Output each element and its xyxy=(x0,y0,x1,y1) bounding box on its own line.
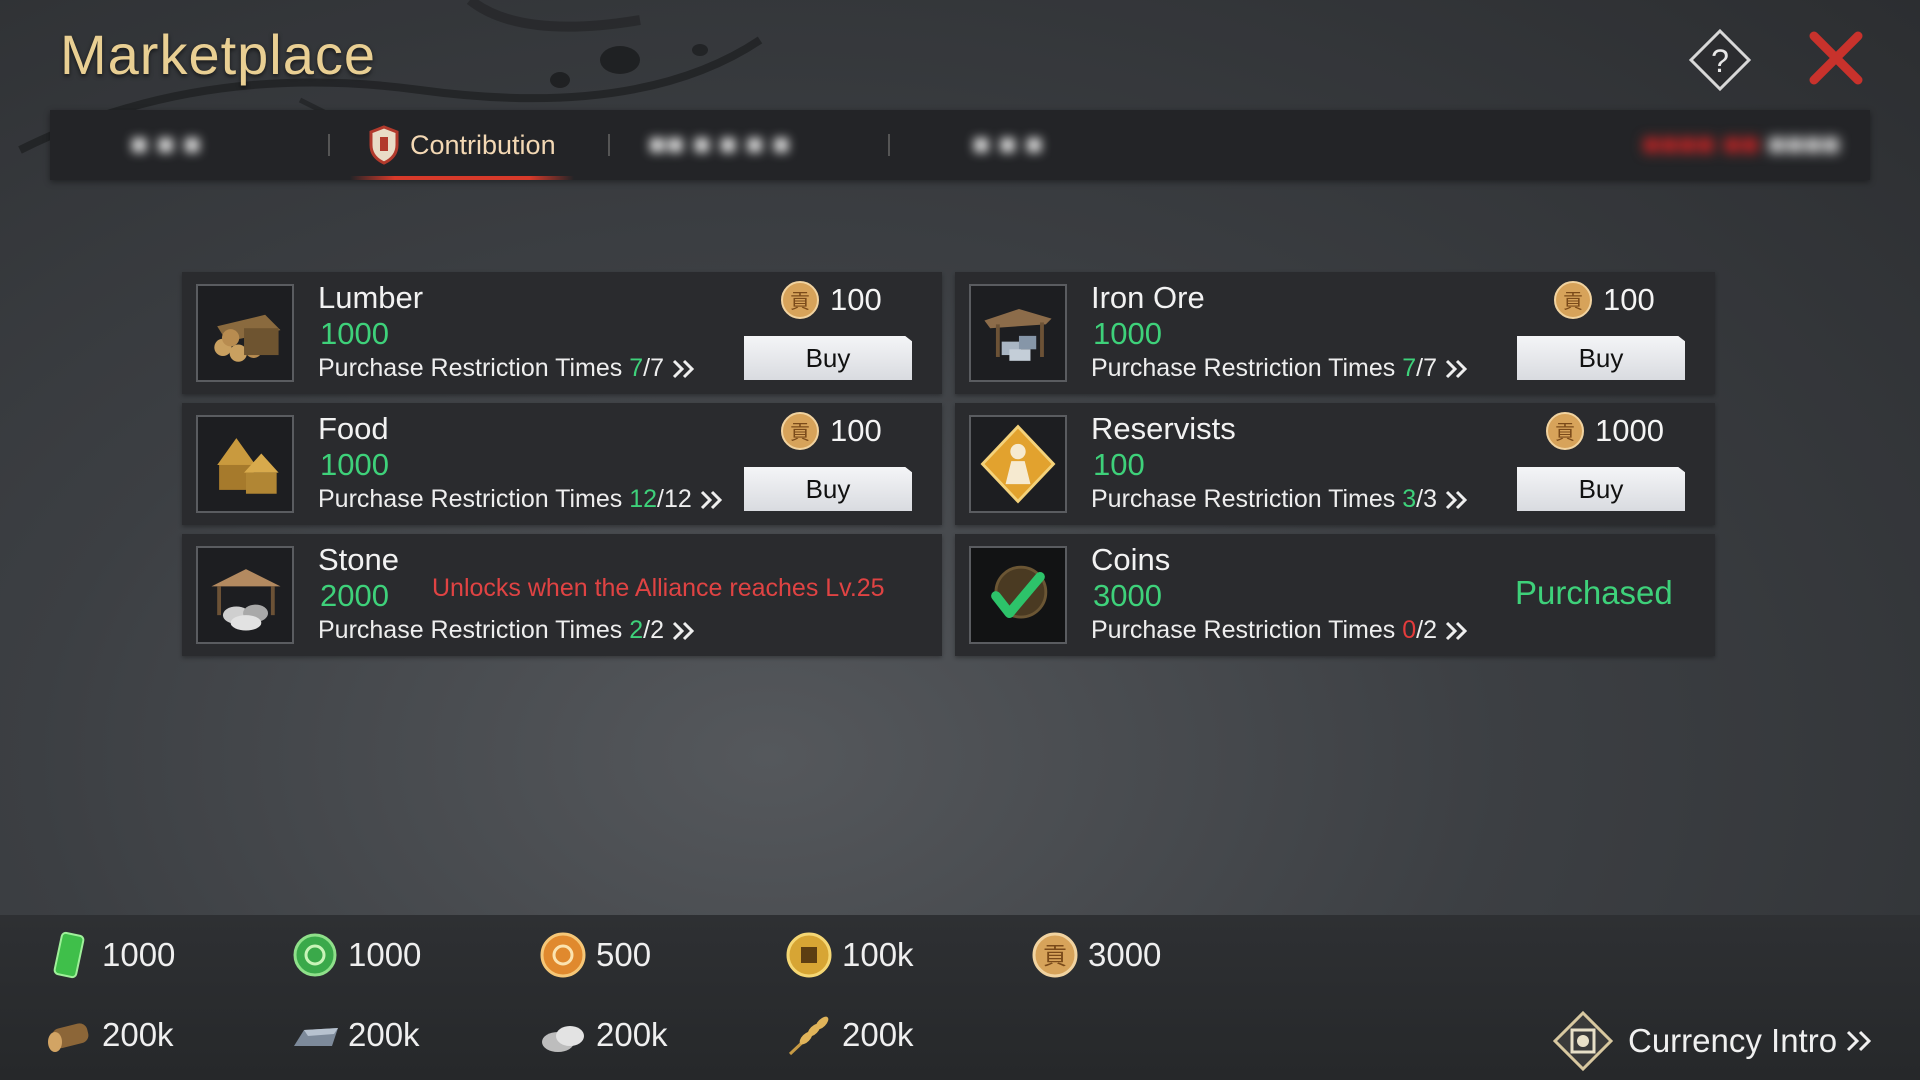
currency-orange-coin: 500 xyxy=(538,930,651,980)
purchase-restriction: Purchase Restriction Times 7/7 xyxy=(318,354,696,383)
buy-button[interactable]: Buy xyxy=(1517,467,1685,511)
event-timer: ■■■■ ■■ ■■■■ xyxy=(1642,128,1840,161)
item-amount: 2000 xyxy=(320,578,389,613)
svg-text:貢: 貢 xyxy=(790,291,810,313)
buy-button[interactable]: Buy xyxy=(744,336,912,380)
purchase-restriction: Purchase Restriction Times 2/2 xyxy=(318,616,696,645)
log-icon xyxy=(48,1023,89,1052)
contribution-coin-icon: 貢 xyxy=(1032,932,1078,978)
svg-text:貢: 貢 xyxy=(1555,422,1575,444)
item-name: Food xyxy=(318,411,389,446)
currency-intro-icon xyxy=(1552,1010,1614,1072)
item-amount: 1000 xyxy=(320,316,389,351)
item-amount: 3000 xyxy=(1093,578,1162,613)
purchased-status: Purchased xyxy=(1515,574,1673,611)
buy-button[interactable]: Buy xyxy=(1517,336,1685,380)
contribution-coin-icon: 貢 xyxy=(1546,412,1584,450)
item-name: Iron Ore xyxy=(1091,280,1205,315)
item-amount: 1000 xyxy=(1093,316,1162,351)
currency-iron: 200k xyxy=(290,1010,420,1060)
item-name: Stone xyxy=(318,542,400,577)
stone-pile-icon xyxy=(542,1026,584,1052)
item-card-lumber: Lumber 1000 Purchase Restriction Times 7… xyxy=(182,272,942,394)
food-icon xyxy=(196,415,294,513)
help-button[interactable]: ? xyxy=(1688,28,1752,92)
contribution-coin-icon: 貢 xyxy=(1554,281,1592,319)
stone-icon xyxy=(196,546,294,644)
wheat-icon xyxy=(788,1016,829,1056)
item-name: Reservists xyxy=(1091,411,1236,446)
buy-button[interactable]: Buy xyxy=(744,467,912,511)
item-price: 貢 1000 xyxy=(1545,411,1664,451)
tab-blurred-2[interactable]: ■■ ■ ■ ■ ■ xyxy=(648,110,790,180)
double-chevron-right-icon[interactable] xyxy=(700,490,724,510)
contribution-coin-icon: 貢 xyxy=(781,412,819,450)
item-card-iron-ore: Iron Ore 1000 Purchase Restriction Times… xyxy=(955,272,1715,394)
currency-stone: 200k xyxy=(538,1010,668,1060)
close-icon xyxy=(1809,31,1863,85)
currency-jade-token: 1000 xyxy=(44,930,175,980)
currency-gold-square-coin: 100k xyxy=(784,930,914,980)
contribution-coin-icon: 貢 xyxy=(781,281,819,319)
tab-blurred-3[interactable]: ■ ■ ■ xyxy=(972,110,1043,180)
question-diamond-icon: ? xyxy=(1688,28,1752,92)
item-name: Coins xyxy=(1091,542,1171,577)
currency-lumber: 200k xyxy=(44,1010,174,1060)
double-chevron-right-icon[interactable] xyxy=(1445,621,1469,641)
double-chevron-right-icon[interactable] xyxy=(1445,490,1469,510)
currency-green-coin: 1000 xyxy=(290,930,421,980)
double-chevron-right-icon[interactable] xyxy=(1445,359,1469,379)
unlock-requirement-text: Unlocks when the Alliance reaches Lv.25 xyxy=(432,574,885,602)
item-price: 貢 100 xyxy=(780,411,882,451)
svg-text:貢: 貢 xyxy=(1563,291,1583,313)
coins-check-icon xyxy=(969,546,1067,644)
item-card-reservists: Reservists 100 Purchase Restriction Time… xyxy=(955,403,1715,525)
close-button[interactable] xyxy=(1806,28,1866,88)
svg-text:貢: 貢 xyxy=(790,422,810,444)
item-name: Lumber xyxy=(318,280,424,315)
purchase-restriction: Purchase Restriction Times 12/12 xyxy=(318,485,724,514)
iron-ingot-icon xyxy=(294,1028,338,1046)
tab-divider xyxy=(888,134,890,156)
tab-divider xyxy=(328,134,330,156)
page-title: Marketplace xyxy=(60,23,377,86)
purchase-restriction: Purchase Restriction Times 3/3 xyxy=(1091,485,1469,514)
iron-ore-icon xyxy=(969,284,1067,382)
item-card-food: Food 1000 Purchase Restriction Times 12/… xyxy=(182,403,942,525)
item-card-stone: Stone 2000 Unlocks when the Alliance rea… xyxy=(182,534,942,656)
shield-icon xyxy=(369,125,399,165)
item-amount: 100 xyxy=(1093,447,1145,482)
item-price: 貢 100 xyxy=(780,280,882,320)
double-chevron-right-icon[interactable] xyxy=(672,621,696,641)
svg-text:?: ? xyxy=(1711,43,1729,79)
item-card-coins: Coins 3000 Purchase Restriction Times 0/… xyxy=(955,534,1715,656)
tab-divider xyxy=(608,134,610,156)
orange-coin-icon xyxy=(540,932,586,978)
purchase-restriction: Purchase Restriction Times 7/7 xyxy=(1091,354,1469,383)
tab-contribution[interactable]: Contribution xyxy=(350,110,574,180)
double-chevron-right-icon[interactable] xyxy=(672,359,696,379)
svg-text:貢: 貢 xyxy=(1043,944,1067,970)
currency-intro-link[interactable]: Currency Intro xyxy=(1552,1010,1873,1072)
lumber-icon xyxy=(196,284,294,382)
tab-bar: ■ ■ ■ Contribution ■■ ■ ■ ■ ■ ■ ■ ■ ■■■■… xyxy=(50,110,1870,180)
gold-square-coin-icon xyxy=(786,932,832,978)
tab-blurred-1[interactable]: ■ ■ ■ xyxy=(130,110,201,180)
jade-token-icon xyxy=(53,931,85,979)
double-chevron-right-icon xyxy=(1847,1030,1872,1052)
item-price: 貢 100 xyxy=(1553,280,1655,320)
green-coin-icon xyxy=(293,933,337,977)
reservists-icon xyxy=(969,415,1067,513)
currency-contribution-coin: 貢 3000 xyxy=(1030,930,1161,980)
currency-food: 200k xyxy=(784,1010,914,1060)
purchase-restriction: Purchase Restriction Times 0/2 xyxy=(1091,616,1469,645)
item-amount: 1000 xyxy=(320,447,389,482)
